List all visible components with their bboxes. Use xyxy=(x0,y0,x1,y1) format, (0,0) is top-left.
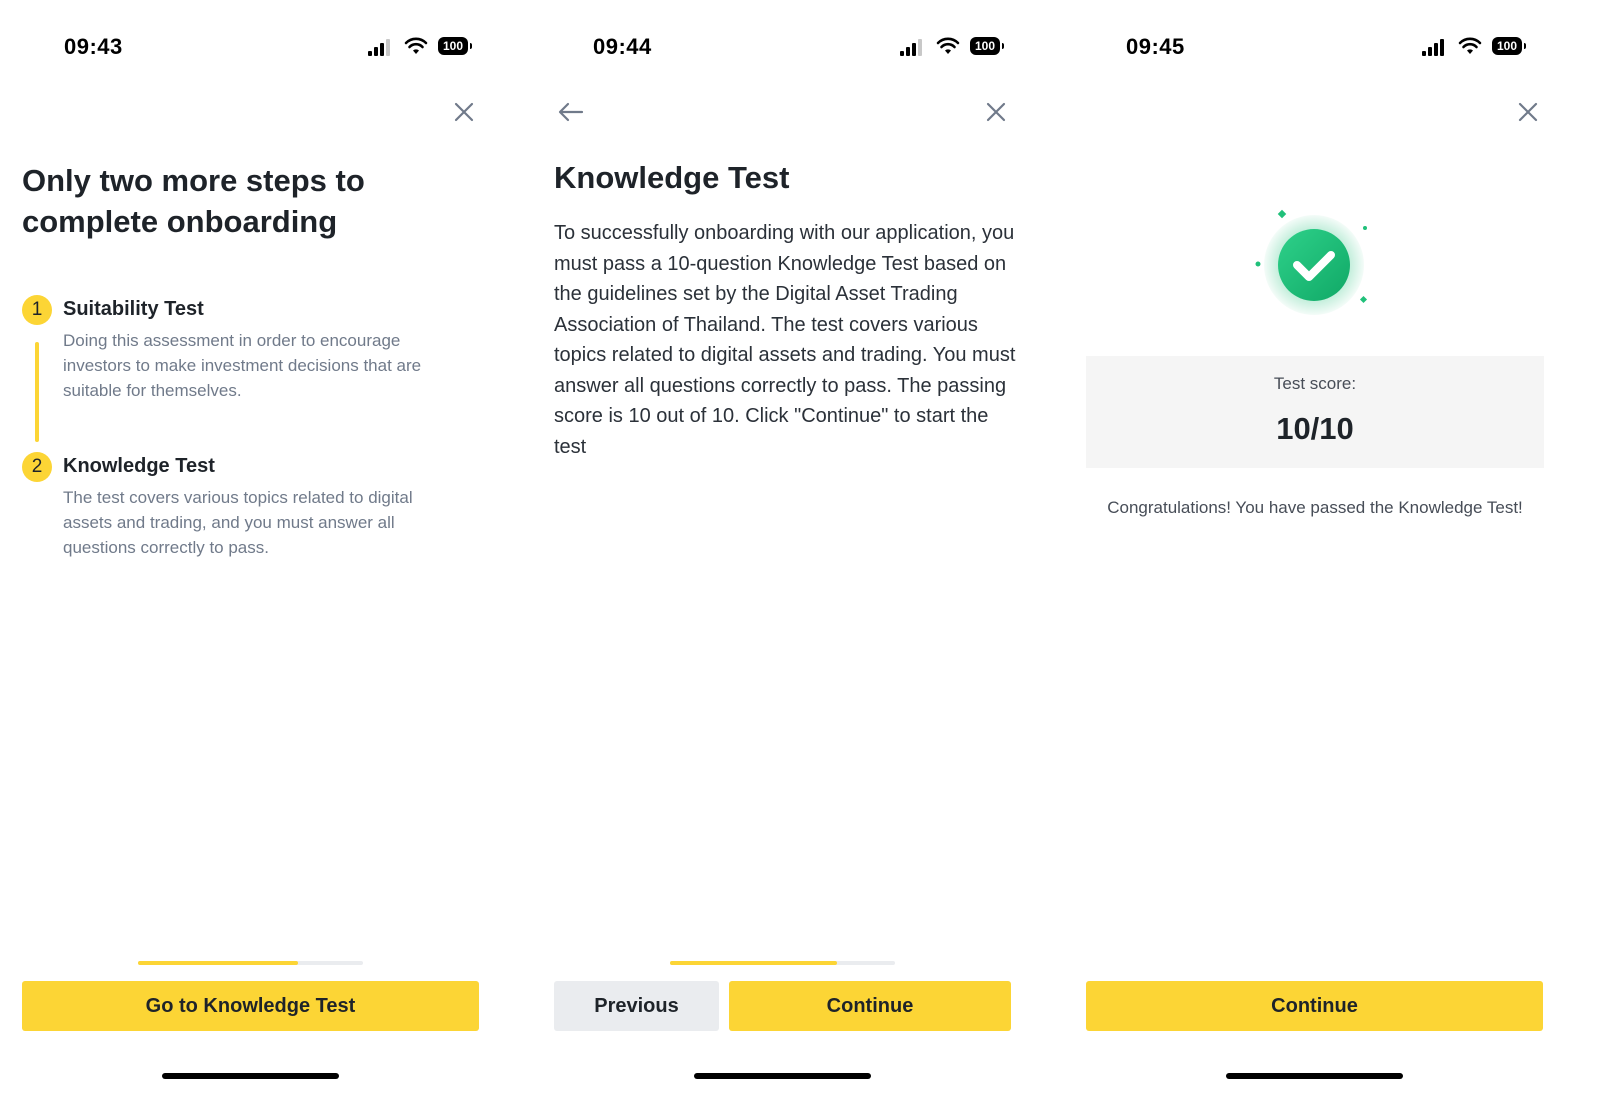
status-icons: 100 xyxy=(368,36,478,60)
status-icons: 100 xyxy=(1422,36,1532,60)
step-number-badge: 1 xyxy=(22,295,52,325)
status-icons: 100 xyxy=(900,36,1010,60)
status-bar: 09:44 100 xyxy=(555,30,1055,66)
step-number-badge: 2 xyxy=(22,452,52,482)
status-bar: 09:43 100 xyxy=(12,30,512,66)
continue-button[interactable]: Continue xyxy=(1086,981,1543,1031)
close-icon[interactable] xyxy=(1516,100,1540,124)
battery-icon: 100 xyxy=(1492,37,1526,55)
signal-icon xyxy=(1422,38,1448,56)
status-bar: 09:45 100 xyxy=(1098,30,1598,66)
close-icon[interactable] xyxy=(984,100,1008,124)
wifi-icon xyxy=(1458,37,1482,54)
check-circle-icon xyxy=(1255,209,1368,315)
congratulations-message: Congratulations! You have passed the Kno… xyxy=(1107,498,1523,517)
wifi-icon xyxy=(404,37,428,54)
signal-icon xyxy=(900,38,926,56)
score-card: Test score: 10/10 xyxy=(1086,356,1544,468)
battery-icon: 100 xyxy=(970,37,1004,55)
progress-bar xyxy=(670,961,895,965)
wifi-icon xyxy=(936,37,960,54)
battery-icon: 100 xyxy=(438,37,472,55)
knowledge-test-intro-screen: 09:44 100 Knowledge Test To successfully… xyxy=(554,0,1055,1119)
step-connector-line xyxy=(35,342,39,442)
go-to-knowledge-test-button[interactable]: Go to Knowledge Test xyxy=(22,981,479,1031)
score-value: 10/10 xyxy=(1276,411,1354,446)
signal-icon xyxy=(368,38,394,56)
progress-bar xyxy=(138,961,363,965)
test-description: To successfully onboarding with our appl… xyxy=(554,222,1016,458)
step-description: The test covers various topics related t… xyxy=(63,488,413,557)
status-time: 09:45 xyxy=(1126,34,1185,59)
status-time: 09:43 xyxy=(64,34,123,59)
close-icon[interactable] xyxy=(452,100,476,124)
previous-button[interactable]: Previous xyxy=(554,981,719,1031)
test-result-screen: 09:45 100 Test score: 10/10 Congratulati… xyxy=(1086,0,1598,1119)
status-time: 09:44 xyxy=(593,34,652,59)
home-indicator xyxy=(1226,1073,1403,1079)
score-label: Test score: xyxy=(1273,374,1357,393)
home-indicator xyxy=(694,1073,871,1079)
home-indicator xyxy=(162,1073,339,1079)
page-title: Knowledge Test xyxy=(554,160,790,195)
step-title: Knowledge Test xyxy=(63,455,215,477)
back-arrow-icon[interactable] xyxy=(557,100,585,124)
continue-button[interactable]: Continue xyxy=(729,981,1011,1031)
onboarding-steps-screen: 09:43 100 Only two more steps to complet… xyxy=(12,0,512,1119)
step-description: Doing this assessment in order to encour… xyxy=(63,331,422,400)
page-title: Only two more steps to complete onboardi… xyxy=(22,163,365,239)
progress-fill xyxy=(670,961,837,965)
step-title: Suitability Test xyxy=(63,298,204,320)
screens-container: 09:43 100 Only two more steps to complet… xyxy=(0,0,1600,1119)
progress-fill xyxy=(138,961,298,965)
